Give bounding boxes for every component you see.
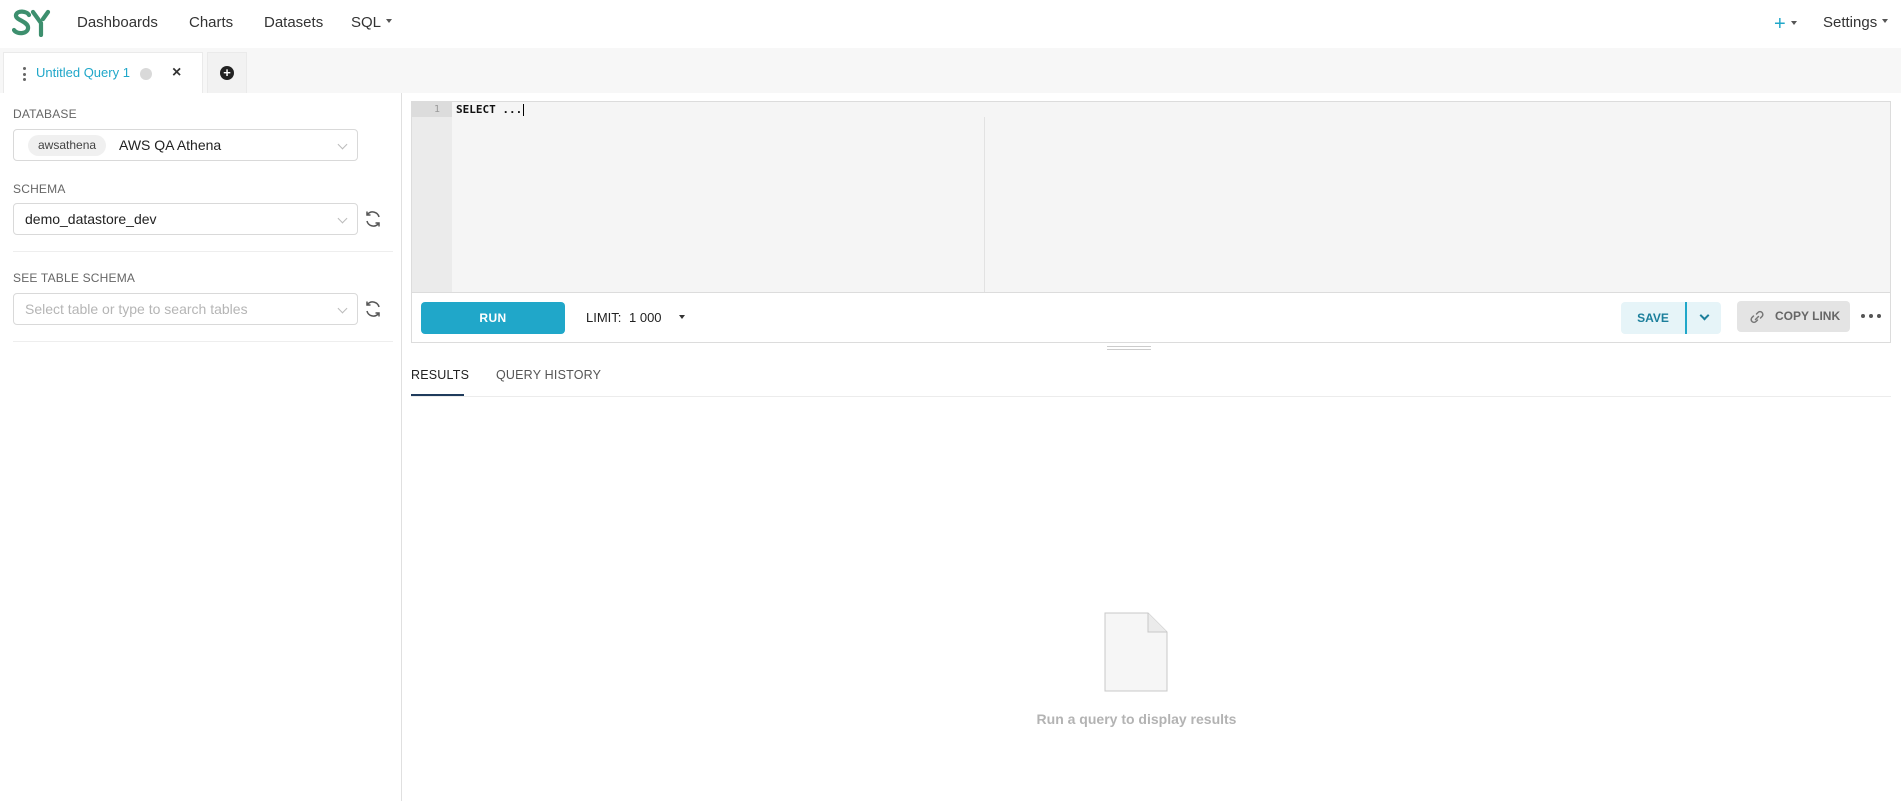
database-label: DATABASE [13,107,77,121]
plus-circle-icon: + [220,66,234,80]
more-options-icon[interactable] [1861,314,1881,320]
copy-link-button[interactable]: COPY LINK [1737,301,1850,332]
code-line[interactable]: SELECT ... [456,103,525,116]
tab-query-history[interactable]: QUERY HISTORY [496,367,601,383]
code-text: SELECT ... [456,103,523,116]
new-item-menu[interactable]: + [1774,13,1797,35]
schema-value: demo_datastore_dev [25,211,157,227]
tab-results[interactable]: RESULTS [411,367,469,383]
resize-handle[interactable] [1107,346,1151,352]
empty-state-message: Run a query to display results [1036,711,1237,727]
active-tab-underline [411,394,464,396]
query-tab[interactable]: Untitled Query 1 × [3,52,203,93]
results-tabs: RESULTS QUERY HISTORY [411,354,1891,397]
caret-down-icon [386,19,393,24]
nav-sql-menu[interactable]: SQL [351,13,393,33]
text-cursor [523,104,525,116]
nav-charts[interactable]: Charts [189,13,233,33]
table-select-placeholder: Select table or type to search tables [25,301,248,317]
empty-document-icon [1104,612,1168,692]
print-margin [984,117,985,292]
query-status-indicator [140,68,152,80]
limit-label: LIMIT: [586,310,622,325]
logo-icon[interactable] [12,9,52,37]
active-line-marker [412,102,452,117]
caret-down-icon[interactable] [679,315,685,319]
table-select[interactable]: Select table or type to search tables [13,293,358,325]
line-number: 1 [433,104,440,115]
schema-select[interactable]: demo_datastore_dev [13,203,358,235]
sql-editor[interactable]: 1 SELECT ... [411,101,1891,293]
run-button[interactable]: RUN [421,302,565,334]
chevron-down-icon [337,139,348,150]
save-dropdown-button[interactable] [1687,302,1721,334]
query-tabs-bar: Untitled Query 1 × + [0,48,1901,93]
plus-icon: + [1774,13,1786,35]
refresh-tables-icon[interactable] [363,299,383,319]
divider [13,251,393,252]
copy-link-label: COPY LINK [1775,309,1841,323]
editor-gutter: 1 [412,102,452,292]
divider [13,341,393,342]
nav-dashboards[interactable]: Dashboards [77,13,158,33]
top-navbar: Dashboards Charts Datasets SQL + Setting… [0,0,1901,47]
settings-menu[interactable]: Settings [1823,13,1889,33]
nav-sql-label: SQL [351,14,382,31]
editor-toolbar: RUN LIMIT: 1 000 SAVE COPY LINK [411,293,1891,343]
caret-down-icon [1882,19,1889,24]
nav-datasets[interactable]: Datasets [264,13,323,33]
close-icon[interactable]: × [172,63,181,83]
add-tab-button[interactable]: + [207,52,247,93]
chevron-down-icon [1699,310,1710,321]
tab-menu-icon[interactable] [22,67,26,81]
chevron-down-icon [337,303,348,314]
database-name: AWS QA Athena [119,137,222,153]
database-type-tag: awsathena [28,135,107,156]
save-button[interactable]: SAVE [1621,302,1685,334]
link-icon [1750,310,1764,324]
schema-label: SCHEMA [13,182,66,196]
left-sidebar: DATABASE awsathena AWS QA Athena SCHEMA … [0,93,402,801]
settings-label: Settings [1823,14,1878,31]
table-schema-label: SEE TABLE SCHEMA [13,271,136,285]
limit-dropdown[interactable]: 1 000 [629,310,662,326]
query-tab-title[interactable]: Untitled Query 1 [36,65,130,81]
refresh-schema-icon[interactable] [363,209,383,229]
caret-down-icon [1790,21,1797,26]
database-select[interactable]: awsathena AWS QA Athena [13,129,358,161]
chevron-down-icon [337,213,348,224]
